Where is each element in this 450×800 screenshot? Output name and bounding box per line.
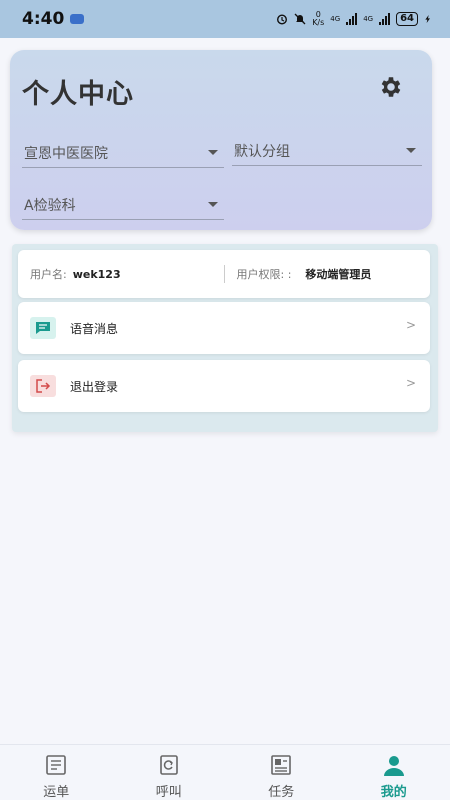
battery-level: 64 (396, 12, 418, 26)
status-time: 4:40 (22, 9, 65, 29)
bottom-nav: 运单 呼叫 任务 我的 (0, 744, 450, 800)
hospital-select[interactable]: 宣恩中医医院 (22, 138, 224, 168)
chevron-down-icon (406, 148, 416, 153)
permission-value: 移动端管理员 (305, 268, 372, 281)
task-board-icon (271, 755, 292, 775)
chevron-down-icon (208, 202, 218, 207)
group-select-value: 默认分组 (234, 143, 290, 160)
username-value: wek123 (72, 267, 121, 281)
message-notification-icon (70, 14, 85, 24)
status-right: 0 K/s 4G 4G 64 (276, 11, 432, 27)
status-left: 4:40 (22, 9, 85, 29)
signal-icon-1 (346, 13, 358, 25)
group-select[interactable]: 默认分组 (232, 136, 422, 166)
department-select[interactable]: A检验科 (22, 190, 224, 220)
department-select-value: A检验科 (24, 197, 76, 214)
nav-item-mine[interactable]: 我的 (338, 745, 450, 800)
network-type-2: 4G (363, 15, 374, 23)
header-card: 个人中心 宣恩中医医院 默认分组 A检验科 (10, 50, 432, 230)
page-title: 个人中心 (22, 79, 134, 110)
logout-label: 退出登录 (70, 379, 119, 394)
nav-label-orders: 运单 (43, 785, 70, 800)
username-field: 用户名: wek123 (18, 266, 224, 282)
alarm-icon (277, 14, 288, 25)
document-list-icon (46, 755, 67, 775)
logout-icon (30, 375, 56, 397)
user-info-card: 用户名: wek123 用户权限: : 移动端管理员 (18, 250, 430, 298)
chevron-right-icon: > (405, 376, 416, 390)
chevron-right-icon: > (405, 318, 416, 332)
nav-label-tasks: 任务 (268, 785, 295, 800)
voice-message-label: 语音消息 (70, 321, 119, 336)
network-type-1: 4G (330, 15, 341, 23)
nav-label-call: 呼叫 (155, 785, 182, 800)
hospital-select-value: 宣恩中医医院 (24, 145, 108, 162)
nav-item-tasks[interactable]: 任务 (225, 745, 338, 800)
call-icon (159, 755, 178, 775)
username-label: 用户名: (30, 268, 67, 281)
nav-item-orders[interactable]: 运单 (0, 745, 113, 800)
profile-panel: 用户名: wek123 用户权限: : 移动端管理员 语音消息 > 退出登录 > (12, 244, 438, 432)
chevron-down-icon (208, 150, 218, 155)
voice-message-item[interactable]: 语音消息 > (18, 302, 430, 354)
mute-icon (294, 13, 306, 25)
nav-item-call[interactable]: 呼叫 (113, 745, 226, 800)
charging-icon (425, 15, 430, 23)
status-bar: 4:40 0 K/s 4G 4G 64 (0, 0, 450, 38)
permission-label: 用户权限: : (236, 268, 292, 281)
settings-gear-icon[interactable] (378, 74, 404, 100)
nav-label-mine: 我的 (380, 785, 407, 800)
network-speed-unit: K/s (312, 18, 325, 27)
signal-icon-2 (379, 13, 391, 25)
network-speed: 0 K/s (312, 11, 324, 27)
chat-bubble-icon (30, 317, 56, 339)
logout-item[interactable]: 退出登录 > (18, 360, 430, 412)
user-profile-icon (383, 756, 404, 776)
permission-field: 用户权限: : 移动端管理员 (225, 266, 431, 282)
